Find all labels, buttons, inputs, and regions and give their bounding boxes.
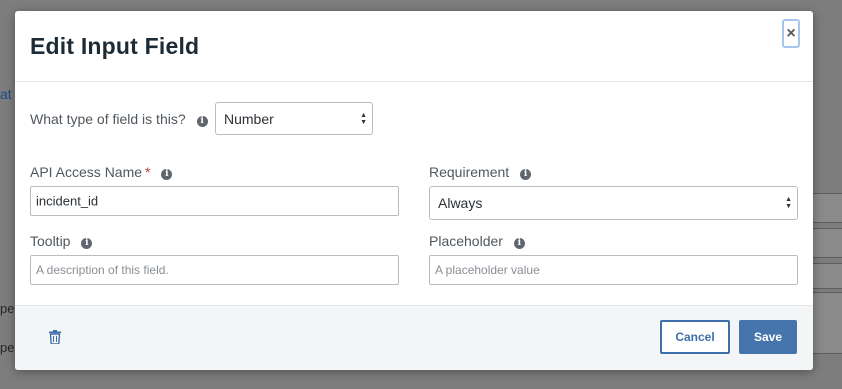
placeholder-placeholder: A placeholder value [435,263,540,277]
info-icon[interactable]: i [161,169,173,180]
info-icon[interactable]: i [196,116,208,127]
placeholder-label-text: Placeholder [429,233,503,249]
save-button[interactable]: Save [739,320,797,354]
field-type-label: What type of field is this? i [30,111,208,127]
select-arrows-icon: ▲ ▼ [360,111,367,126]
tooltip-label-text: Tooltip [30,233,71,249]
requirement-select[interactable]: Always ▲ ▼ [429,186,798,220]
tooltip-label: Tooltip i [30,233,93,249]
background-input [812,193,842,223]
info-icon[interactable]: i [81,238,93,249]
close-button[interactable]: × [782,19,800,48]
api-name-input[interactable]: incident_id [30,186,399,216]
close-icon: × [786,25,796,42]
edit-input-field-modal: Edit Input Field × What type of field is… [15,11,813,370]
trash-icon[interactable] [49,330,61,344]
background-text-fragment: pe [0,301,15,316]
modal-header: Edit Input Field × [15,11,813,82]
field-type-label-text: What type of field is this? [30,111,186,127]
select-arrows-icon: ▲ ▼ [785,196,792,210]
background-input [812,228,842,258]
tooltip-placeholder: A description of this field. [36,263,169,277]
api-name-label-text: API Access Name [30,164,143,180]
required-marker: * [145,164,151,180]
modal-footer: Cancel Save [15,305,813,370]
info-icon[interactable]: i [513,238,525,249]
tooltip-input[interactable]: A description of this field. [30,255,399,285]
background-textarea [812,292,842,354]
api-name-value: incident_id [36,193,99,209]
requirement-label-text: Requirement [429,164,510,180]
background-text-fragment: pe [0,340,15,355]
field-type-selected-value: Number [224,110,274,127]
placeholder-label: Placeholder i [429,233,525,249]
requirement-selected-value: Always [438,195,483,211]
cancel-button[interactable]: Cancel [660,320,730,354]
modal-title: Edit Input Field [30,33,200,59]
api-name-label: API Access Name * i [30,164,173,180]
requirement-label: Requirement i [429,164,532,180]
placeholder-input[interactable]: A placeholder value [429,255,798,285]
field-type-select[interactable]: Number ▲ ▼ [215,102,373,135]
info-icon[interactable]: i [520,169,532,180]
background-input [812,263,842,289]
